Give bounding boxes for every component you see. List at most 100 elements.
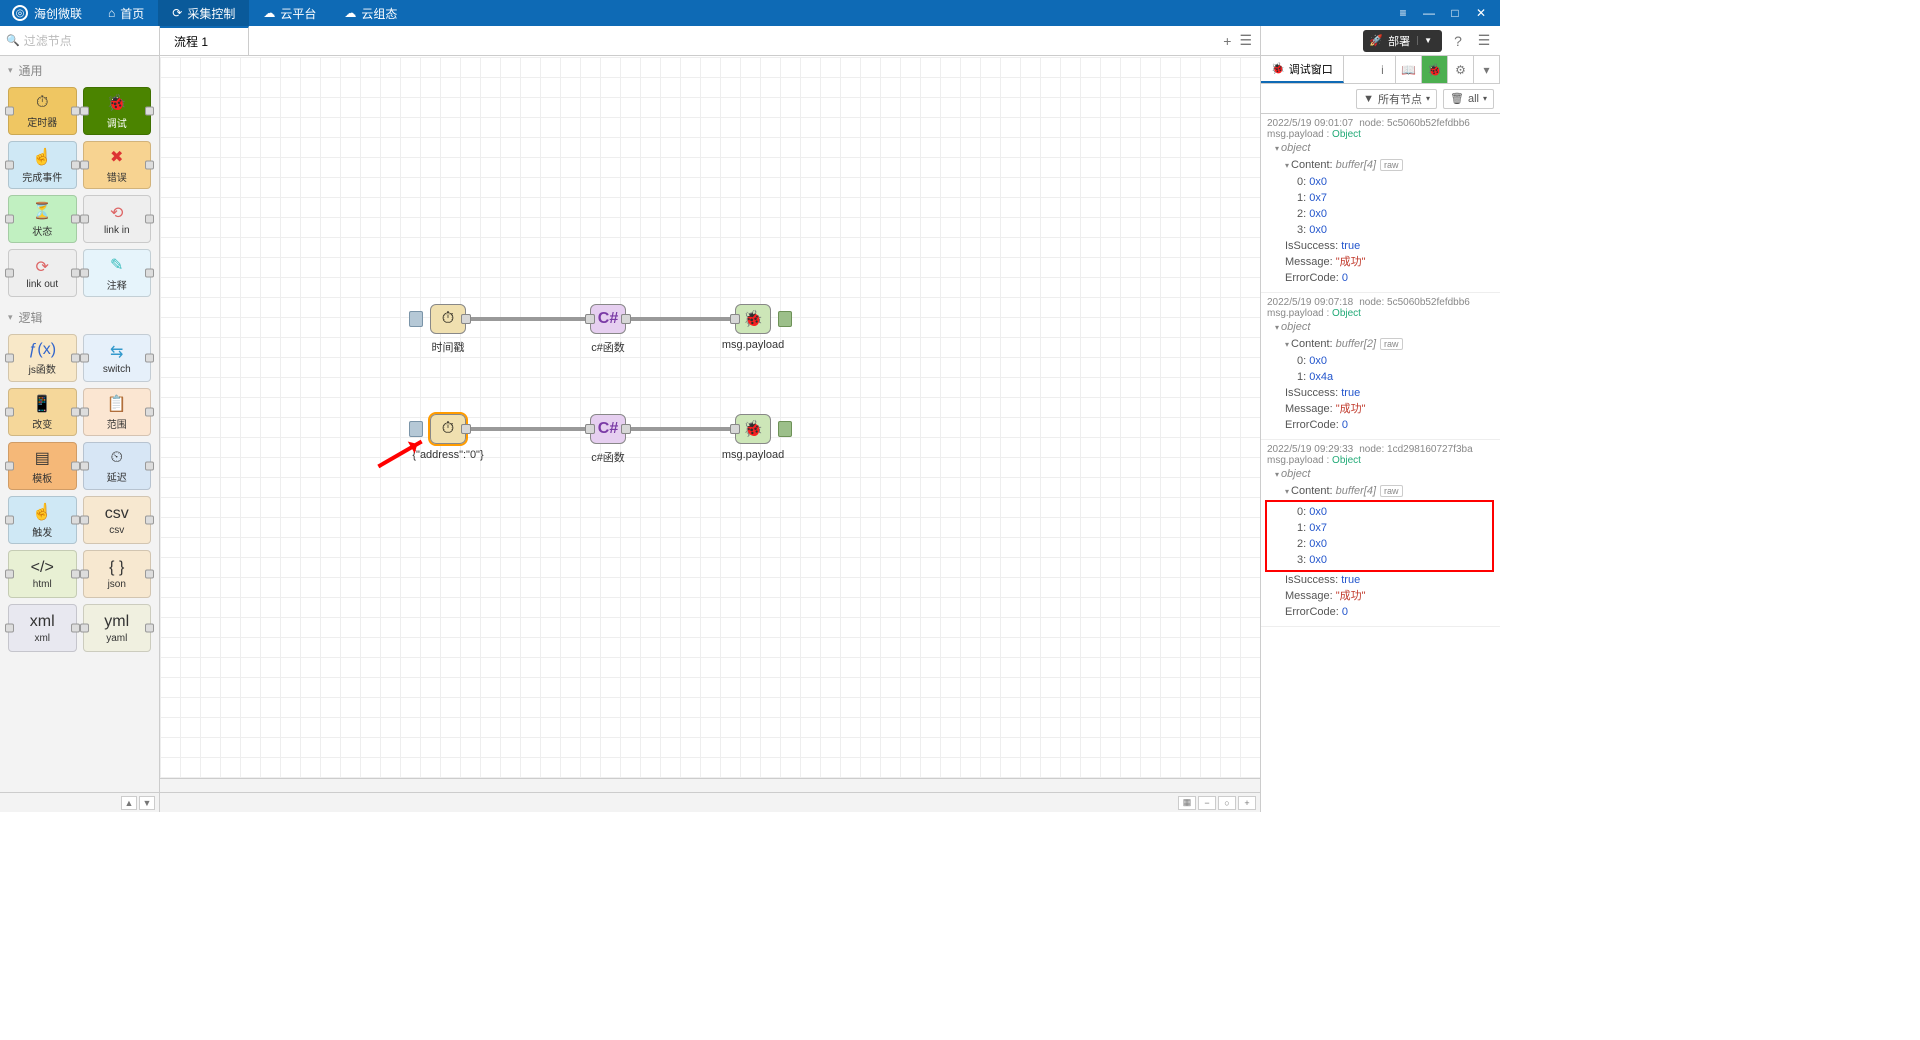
sidebar-tab-debug[interactable]: 🐞 调试窗口 (1261, 56, 1344, 83)
palette-node-change[interactable]: 📱改变 (8, 388, 77, 436)
debug-filter-nodes[interactable]: ▼ 所有节点 ▾ (1356, 89, 1437, 109)
clock-icon: ⏱ (442, 310, 454, 328)
cloud-icon: ☁ (263, 6, 275, 20)
csharp-icon: C# (598, 420, 618, 438)
debug-messages[interactable]: 2022/5/19 09:01:07node: 5c5060b52fefdbb6… (1261, 114, 1500, 812)
canvas-hscroll[interactable] (160, 778, 1260, 792)
minimize-button[interactable]: — (1418, 6, 1440, 20)
output-port[interactable] (621, 424, 631, 434)
sidebar-tab-debug-icon[interactable]: 🐞 (1422, 56, 1448, 83)
palette-node-csv[interactable]: csvcsv (83, 496, 152, 544)
tabs-menu-button[interactable]: ☰ (1239, 32, 1252, 49)
sidebar-tab-help[interactable]: 📖 (1396, 56, 1422, 83)
canvas-node-csharp-1[interactable]: C# c#函数 (590, 304, 626, 334)
filter-nodes-input[interactable]: 🔍 过滤节点 (0, 26, 159, 56)
inject-button[interactable] (409, 421, 423, 437)
window-controls: ≡ — □ ✕ (1392, 6, 1500, 20)
output-port[interactable] (621, 314, 631, 324)
nav-button[interactable]: ▦ (1178, 796, 1196, 810)
input-port[interactable] (730, 424, 740, 434)
palette-category-logic[interactable]: 逻辑 (0, 303, 159, 332)
input-port[interactable] (585, 314, 595, 324)
nav-home[interactable]: ⌂首页 (94, 0, 158, 26)
filter-icon: ▼ (1363, 93, 1374, 105)
input-port[interactable] (585, 424, 595, 434)
palette-node-range[interactable]: 📋范围 (83, 388, 152, 436)
canvas-node-csharp-2[interactable]: C# c#函数 (590, 414, 626, 444)
scroll-up-button[interactable]: ▲ (121, 796, 137, 810)
palette-node-json[interactable]: { }json (83, 550, 152, 598)
canvas-node-debug-1[interactable]: 🐞 msg.payload (735, 304, 771, 334)
sidebar-tab-more[interactable]: ▾ (1474, 56, 1500, 83)
cloud-icon: ☁ (344, 6, 356, 20)
touch-icon: ☝ (32, 147, 52, 167)
canvas-node-inject-2[interactable]: ⏱ {"address":"0"} (430, 414, 466, 444)
zoom-reset-button[interactable]: ○ (1218, 796, 1236, 810)
canvas-node-inject-1[interactable]: ⏱ 时间戳 (430, 304, 466, 334)
xml-icon: xml (30, 613, 55, 631)
menu-icon[interactable]: ≡ (1392, 6, 1414, 20)
flow-tabs: 流程 1 + ☰ (160, 26, 1260, 56)
sidebar: 🚀 部署 ▼ ? ☰ 🐞 调试窗口 i 📖 🐞 ⚙ ▾ ▼ 所有节点 ▾ (1260, 26, 1500, 812)
link-icon: ⟲ (110, 203, 123, 223)
main-menu-button[interactable]: ☰ (1474, 31, 1494, 51)
debug-message[interactable]: 2022/5/19 09:07:18node: 5c5060b52fefdbb6… (1261, 293, 1500, 440)
flow-canvas[interactable]: ⏱ 时间戳 C# c#函数 🐞 msg.payload (160, 56, 1260, 778)
collect-icon: ⟳ (172, 6, 182, 20)
palette-node-trigger[interactable]: ☝触发 (8, 496, 77, 544)
palette-node-switch[interactable]: ⇆switch (83, 334, 152, 382)
palette-node-status[interactable]: ⏳状态 (8, 195, 77, 243)
debug-message[interactable]: 2022/5/19 09:29:33node: 1cd298160727f3ba… (1261, 440, 1500, 627)
output-port[interactable] (461, 424, 471, 434)
add-tab-button[interactable]: + (1223, 33, 1231, 49)
palette-category-common[interactable]: 通用 (0, 56, 159, 85)
app-name: 海创微联 (34, 5, 82, 22)
debug-message[interactable]: 2022/5/19 09:01:07node: 5c5060b52fefdbb6… (1261, 114, 1500, 293)
nav-scada[interactable]: ☁云组态 (330, 0, 411, 26)
palette-node-template[interactable]: ▤模板 (8, 442, 77, 490)
debug-toggle-button[interactable] (778, 311, 792, 327)
wire (615, 317, 740, 321)
palette-node-xml[interactable]: xmlxml (8, 604, 77, 652)
canvas-node-debug-2[interactable]: 🐞 msg.payload (735, 414, 771, 444)
debug-toggle-button[interactable] (778, 421, 792, 437)
app-logo: ◎ 海创微联 (0, 5, 94, 22)
delay-icon: ⏲ (111, 449, 123, 467)
input-port[interactable] (730, 314, 740, 324)
palette-node-delay[interactable]: ⏲延迟 (83, 442, 152, 490)
bug-icon: 🐞 (743, 419, 763, 439)
deploy-button[interactable]: 🚀 部署 ▼ (1363, 30, 1442, 52)
zoom-in-button[interactable]: + (1238, 796, 1256, 810)
logo-icon: ◎ (12, 5, 28, 21)
home-icon: ⌂ (108, 6, 115, 20)
csv-icon: csv (105, 505, 129, 523)
palette-node-debug[interactable]: 🐞调试 (83, 87, 152, 135)
scroll-down-button[interactable]: ▼ (139, 796, 155, 810)
search-icon: 🔍 (6, 34, 20, 47)
wire (460, 317, 595, 321)
debug-clear-button[interactable]: 🗑 all ▾ (1443, 89, 1494, 109)
palette-node-comment[interactable]: ✎注释 (83, 249, 152, 297)
palette-node-complete[interactable]: ☝完成事件 (8, 141, 77, 189)
trigger-icon: ☝ (32, 502, 52, 522)
sidebar-tab-info[interactable]: i (1370, 56, 1396, 83)
close-button[interactable]: ✕ (1470, 6, 1492, 20)
nav-cloud[interactable]: ☁云平台 (249, 0, 330, 26)
palette-node-yaml[interactable]: ymlyaml (83, 604, 152, 652)
help-button[interactable]: ? (1448, 31, 1468, 51)
zoom-out-button[interactable]: − (1198, 796, 1216, 810)
sidebar-tab-config[interactable]: ⚙ (1448, 56, 1474, 83)
palette-node-timer[interactable]: ⏱定时器 (8, 87, 77, 135)
switch-icon: ⇆ (110, 342, 123, 362)
palette-node-error[interactable]: ✖错误 (83, 141, 152, 189)
maximize-button[interactable]: □ (1444, 6, 1466, 20)
hourglass-icon: ⏳ (32, 201, 52, 221)
palette-node-linkout[interactable]: ⟳link out (8, 249, 77, 297)
inject-button[interactable] (409, 311, 423, 327)
nav-collect[interactable]: ⟳采集控制 (158, 0, 249, 26)
palette-node-html[interactable]: </>html (8, 550, 77, 598)
palette-node-linkin[interactable]: ⟲link in (83, 195, 152, 243)
palette-node-jsfunc[interactable]: ƒ(x)js函数 (8, 334, 77, 382)
output-port[interactable] (461, 314, 471, 324)
flow-tab-1[interactable]: 流程 1 (160, 26, 249, 55)
